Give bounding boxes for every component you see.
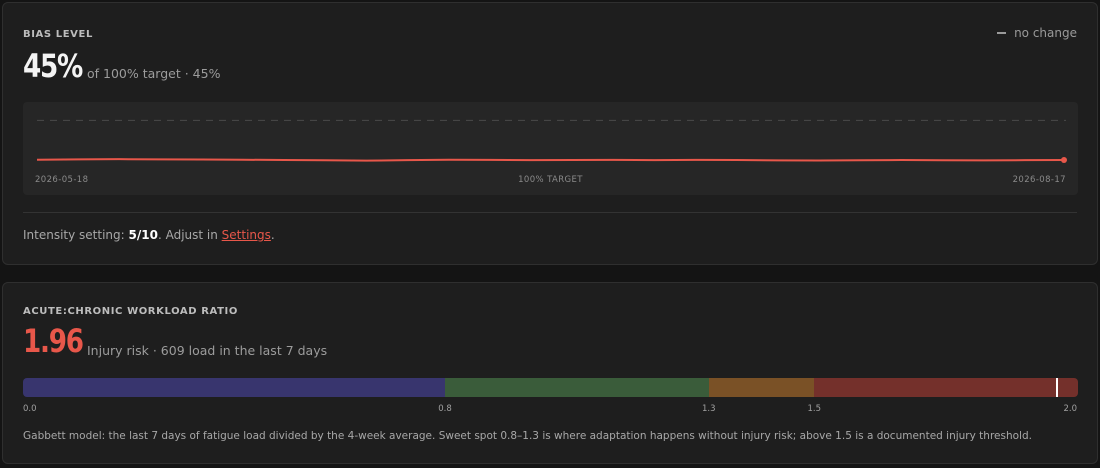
scale-tick-label: 1.5 xyxy=(807,404,822,414)
zone-segment xyxy=(445,378,709,397)
ratio-marker xyxy=(1055,378,1058,397)
bias-level-value: 45% xyxy=(23,47,83,85)
acwr-explanation: Gabbett model: the last 7 days of fatigu… xyxy=(23,430,1032,442)
acwr-card: ACUTE:CHRONIC WORKLOAD RATIO 1.96 Injury… xyxy=(2,282,1098,464)
target-label: 100% TARGET xyxy=(518,175,583,185)
settings-link[interactable]: Settings xyxy=(222,228,271,242)
bias-level-subtext: of 100% target · 45% xyxy=(87,66,221,81)
divider xyxy=(23,212,1077,213)
intensity-prefix: Intensity setting: xyxy=(23,228,129,242)
acwr-subtext: Injury risk · 609 load in the last 7 day… xyxy=(87,343,328,358)
change-label: no change xyxy=(1014,26,1077,40)
bias-trend-chart: 2026-05-18 100% TARGET 2026-08-17 xyxy=(23,102,1078,195)
zone-segment xyxy=(708,378,815,397)
scale-tick-label: 0.8 xyxy=(438,404,452,414)
intensity-suffix: . xyxy=(270,228,275,242)
bias-level-label: BIAS LEVEL xyxy=(23,29,93,40)
scale-tick-label: 1.3 xyxy=(701,404,716,414)
acwr-label: ACUTE:CHRONIC WORKLOAD RATIO xyxy=(23,306,238,317)
scale-tick-label: 2.0 xyxy=(1063,404,1077,414)
intensity-middle: . Adjust in xyxy=(157,228,222,242)
zone-segment xyxy=(814,378,1078,397)
acwr-zone-bar xyxy=(23,378,1078,397)
x-axis-end-label: 2026-08-17 xyxy=(1012,175,1066,185)
bias-series-line xyxy=(36,158,1067,162)
intensity-setting-text: Intensity setting: 5/10. Adjust in Setti… xyxy=(23,228,275,242)
change-indicator: no change xyxy=(997,26,1077,40)
bias-level-card: BIAS LEVEL 45% of 100% target · 45% no c… xyxy=(2,2,1098,265)
scale-tick-label: 0.0 xyxy=(23,404,37,414)
intensity-value: 5/10 xyxy=(128,228,158,242)
acwr-value: 1.96 xyxy=(23,322,84,360)
latest-point xyxy=(1061,157,1067,164)
zone-segment xyxy=(23,378,445,397)
dash-icon xyxy=(997,32,1007,34)
